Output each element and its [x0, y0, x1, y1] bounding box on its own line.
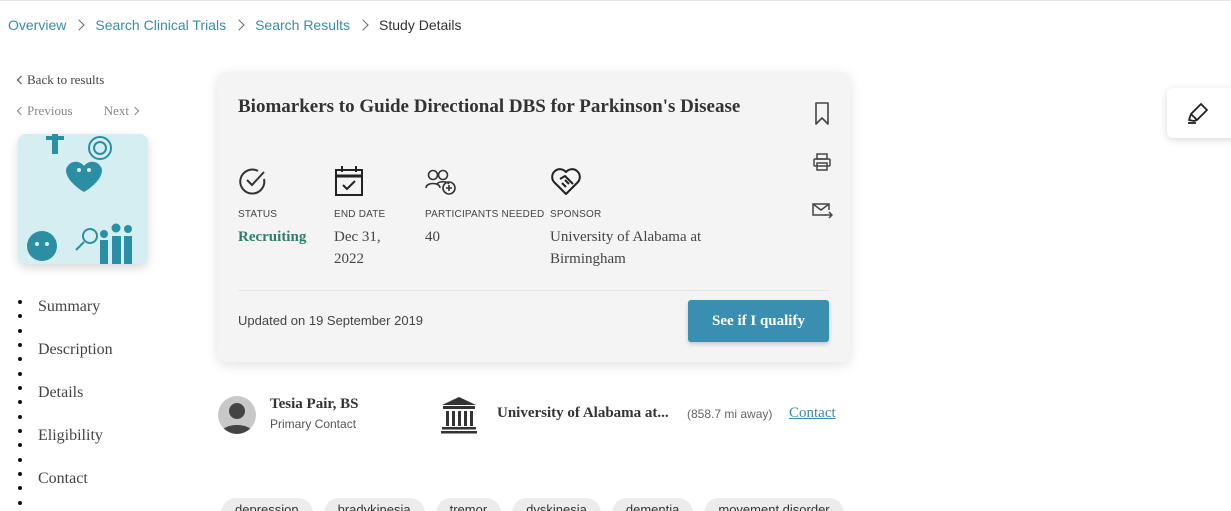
- section-nav-label: Details: [38, 384, 84, 401]
- sponsor-value: University of Alabama at Birmingham: [550, 229, 702, 267]
- top-border: [0, 0, 1231, 1]
- next-label: Next: [103, 103, 129, 118]
- end-date-fact: END DATE Dec 31, 2022: [334, 164, 404, 270]
- contact-role: Primary Contact: [270, 417, 357, 431]
- chevron-left-icon: [16, 75, 26, 85]
- breadcrumb-search-results[interactable]: Search Results: [255, 17, 350, 33]
- status-value: Recruiting: [238, 229, 307, 245]
- participants-value: 40: [425, 229, 440, 245]
- tag[interactable]: bradykinesia: [323, 498, 425, 511]
- study-title: Biomarkers to Guide Directional DBS for …: [238, 96, 741, 117]
- email-share-icon: [812, 203, 833, 219]
- updated-date: Updated on 19 September 2019: [238, 313, 424, 328]
- section-nav-summary[interactable]: Summary: [18, 296, 113, 339]
- chevron-right-icon: [130, 106, 140, 116]
- chevron-right-icon: [233, 19, 245, 31]
- end-date-value: Dec 31, 2022: [334, 229, 381, 267]
- chevron-left-icon: [16, 106, 26, 116]
- card-divider: [238, 290, 830, 291]
- condition-tags: depression bradykinesia tremor dyskinesi…: [221, 498, 855, 511]
- clinical-illustration-icon: [27, 134, 132, 264]
- bookmark-button[interactable]: [810, 102, 834, 126]
- tag[interactable]: depression: [221, 498, 313, 511]
- user-avatar-icon: [221, 403, 253, 434]
- back-to-results-label: Back to results: [27, 72, 105, 87]
- prev-next-nav: Previous Next: [16, 103, 140, 119]
- institution-distance: (858.7 mi away): [687, 407, 773, 421]
- sponsor-fact: SPONSOR University of Alabama at Birming…: [550, 164, 750, 270]
- tag[interactable]: tremor: [435, 498, 502, 511]
- section-nav-details[interactable]: Details: [18, 382, 113, 425]
- section-nav-label: Eligibility: [38, 427, 103, 444]
- card-actions: [810, 102, 834, 246]
- breadcrumb: Overview Search Clinical Trials Search R…: [8, 17, 462, 33]
- section-nav-label: Description: [38, 341, 113, 358]
- section-nav-description[interactable]: Description: [18, 339, 113, 382]
- chevron-right-icon: [73, 19, 86, 31]
- previous-link[interactable]: Previous: [16, 103, 73, 119]
- breadcrumb-overview[interactable]: Overview: [8, 17, 66, 33]
- tag[interactable]: dementia: [611, 498, 694, 511]
- chevron-right-icon: [357, 19, 369, 31]
- section-nav-label: Summary: [38, 298, 101, 315]
- study-thumbnail: [18, 134, 148, 264]
- previous-label: Previous: [27, 103, 73, 118]
- section-nav-eligibility[interactable]: Eligibility: [18, 425, 113, 468]
- study-summary-card: Biomarkers to Guide Directional DBS for …: [218, 72, 850, 362]
- institution-name: University of Alabama at...: [497, 405, 669, 421]
- highlight-tool-button[interactable]: [1167, 88, 1231, 138]
- print-button[interactable]: [810, 150, 834, 174]
- breadcrumb-search-clinical-trials[interactable]: Search Clinical Trials: [95, 17, 226, 33]
- tag[interactable]: movement disorder: [704, 498, 844, 511]
- email-share-button[interactable]: [810, 198, 834, 222]
- end-date-label: END DATE: [334, 209, 386, 220]
- tag[interactable]: dyskinesia: [512, 498, 601, 511]
- sponsor-label: SPONSOR: [550, 209, 602, 220]
- contact-name: Tesia Pair, BS: [270, 396, 359, 412]
- status-label: STATUS: [238, 209, 278, 220]
- avatar: [218, 396, 256, 434]
- participants-label: PARTICIPANTS NEEDED: [425, 209, 545, 220]
- heart-handshake-icon: [551, 168, 581, 195]
- back-to-results-link[interactable]: Back to results: [16, 72, 105, 88]
- section-nav-label: Contact: [38, 470, 88, 487]
- section-nav: Summary Description Details Eligibility …: [18, 296, 113, 511]
- calendar-check-icon: [335, 166, 363, 196]
- contact-link[interactable]: Contact: [789, 405, 836, 422]
- institution-icon: [440, 396, 478, 439]
- status-fact: STATUS Recruiting: [238, 164, 306, 248]
- add-users-icon: [425, 169, 456, 195]
- check-circle-icon: [239, 168, 266, 195]
- see-if-i-qualify-button[interactable]: See if I qualify: [688, 300, 829, 342]
- print-icon: [813, 153, 831, 171]
- breadcrumb-current: Study Details: [379, 17, 462, 33]
- contact-row: Tesia Pair, BS Primary Contact Universit…: [218, 396, 858, 436]
- participants-fact: PARTICIPANTS NEEDED 40: [425, 164, 544, 248]
- next-link[interactable]: Next: [103, 103, 140, 119]
- highlighter-icon: [1188, 103, 1208, 124]
- section-nav-contact[interactable]: Contact: [18, 468, 113, 511]
- bookmark-icon: [815, 102, 829, 125]
